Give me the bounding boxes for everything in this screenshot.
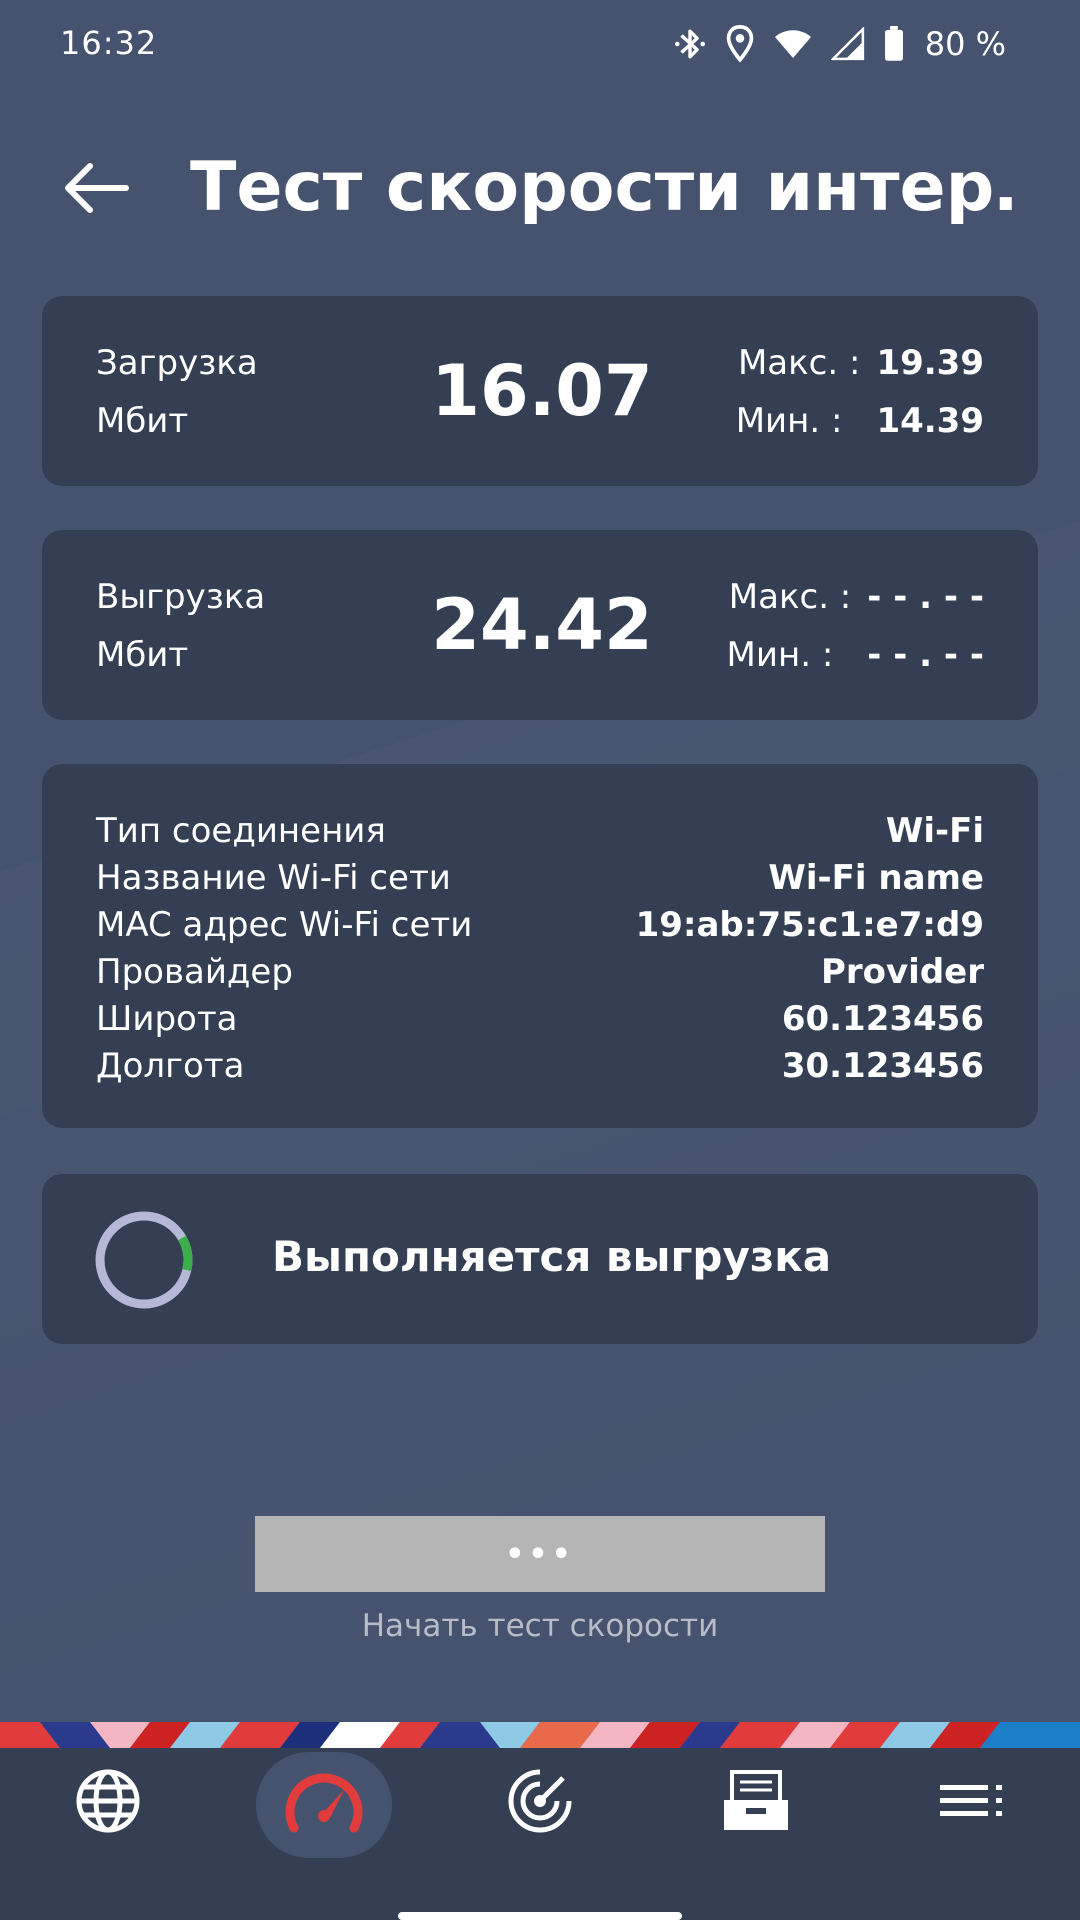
nav-archive[interactable] bbox=[688, 1748, 824, 1858]
upload-card: Выгрузка Мбит 24.42 Макс. : - - . - - Ми… bbox=[42, 530, 1038, 720]
progress-status-text: Выполняется выгрузка bbox=[272, 1232, 832, 1281]
info-row-provider: Провайдер Provider bbox=[96, 949, 984, 995]
info-label: Широта bbox=[96, 999, 238, 1039]
download-min-value: 14.39 bbox=[876, 401, 984, 441]
upload-min: Мин. : - - . - - bbox=[727, 638, 984, 672]
battery-icon bbox=[883, 26, 905, 62]
nav-globe[interactable] bbox=[40, 1748, 176, 1858]
upload-min-value: - - . - - bbox=[867, 635, 984, 675]
info-label: MAC адрес Wi-Fi сети bbox=[96, 905, 473, 945]
download-max-label: Макс. : bbox=[737, 343, 861, 383]
info-value: 60.123456 bbox=[781, 999, 984, 1039]
upload-max: Макс. : - - . - - bbox=[729, 580, 984, 614]
arrow-left-icon bbox=[60, 160, 130, 220]
decorative-pattern-strip bbox=[0, 1722, 1080, 1748]
nav-menu[interactable] bbox=[904, 1748, 1040, 1858]
download-unit: Мбит bbox=[96, 401, 189, 441]
progress-spinner bbox=[95, 1211, 193, 1309]
nav-speedtest[interactable] bbox=[256, 1752, 392, 1858]
info-label: Провайдер bbox=[96, 952, 293, 992]
progress-card: Выполняется выгрузка bbox=[42, 1174, 1038, 1344]
globe-icon bbox=[74, 1767, 142, 1839]
bottom-navigation bbox=[0, 1748, 1080, 1920]
back-button[interactable] bbox=[50, 150, 140, 230]
location-icon bbox=[725, 24, 755, 64]
info-row-connection-type: Тип соединения Wi-Fi bbox=[96, 808, 984, 854]
download-min-label: Мин. : bbox=[735, 401, 843, 441]
info-value: 30.123456 bbox=[781, 1046, 984, 1086]
download-max: Макс. : 19.39 bbox=[738, 346, 984, 380]
menu-list-icon bbox=[940, 1783, 1004, 1823]
download-min: Мин. : 14.39 bbox=[736, 404, 984, 438]
status-time: 16:32 bbox=[60, 24, 158, 62]
archive-icon bbox=[720, 1768, 792, 1838]
battery-percent: 80 % bbox=[924, 25, 1006, 63]
upload-max-label: Макс. : bbox=[728, 577, 852, 617]
info-label: Тип соединения bbox=[96, 811, 386, 851]
info-row-wifi-name: Название Wi-Fi сети Wi-Fi name bbox=[96, 855, 984, 901]
bluetooth-icon bbox=[673, 24, 707, 64]
info-label: Название Wi-Fi сети bbox=[96, 858, 451, 898]
info-value: Provider bbox=[820, 952, 984, 992]
info-row-longitude: Долгота 30.123456 bbox=[96, 1043, 984, 1089]
upload-label: Выгрузка bbox=[96, 577, 266, 617]
info-row-latitude: Широта 60.123456 bbox=[96, 996, 984, 1042]
start-test-button[interactable]: ••• bbox=[255, 1516, 825, 1592]
upload-max-value: - - . - - bbox=[867, 577, 984, 617]
speedometer-icon bbox=[282, 1768, 366, 1842]
info-value: Wi-Fi bbox=[885, 811, 984, 851]
download-card: Загрузка Мбит 16.07 Макс. : 19.39 Мин. :… bbox=[42, 296, 1038, 486]
signal-icon bbox=[830, 27, 865, 61]
status-icons: 80 % bbox=[673, 22, 1006, 66]
download-value: 16.07 bbox=[431, 350, 653, 432]
page-title: Тест скорости интер… bbox=[190, 148, 1020, 227]
download-max-value: 19.39 bbox=[876, 343, 984, 383]
download-label: Загрузка bbox=[96, 343, 258, 383]
connection-info-card: Тип соединения Wi-Fi Название Wi-Fi сети… bbox=[42, 764, 1038, 1128]
home-indicator[interactable] bbox=[398, 1912, 682, 1920]
upload-min-label: Мин. : bbox=[726, 635, 834, 675]
loading-dots: ••• bbox=[505, 1536, 575, 1572]
start-test-caption: Начать тест скорости bbox=[361, 1608, 719, 1644]
info-value: Wi-Fi name bbox=[768, 858, 984, 898]
info-value: 19:ab:75:c1:e7:d9 bbox=[635, 905, 984, 945]
upload-unit: Мбит bbox=[96, 635, 189, 675]
radar-icon bbox=[505, 1766, 575, 1840]
nav-radar[interactable] bbox=[472, 1748, 608, 1858]
status-bar: 16:32 80 % bbox=[0, 0, 1080, 90]
info-row-mac-address: MAC адрес Wi-Fi сети 19:ab:75:c1:e7:d9 bbox=[96, 902, 984, 948]
info-label: Долгота bbox=[96, 1046, 245, 1086]
upload-value: 24.42 bbox=[431, 584, 653, 666]
wifi-icon bbox=[773, 27, 813, 61]
